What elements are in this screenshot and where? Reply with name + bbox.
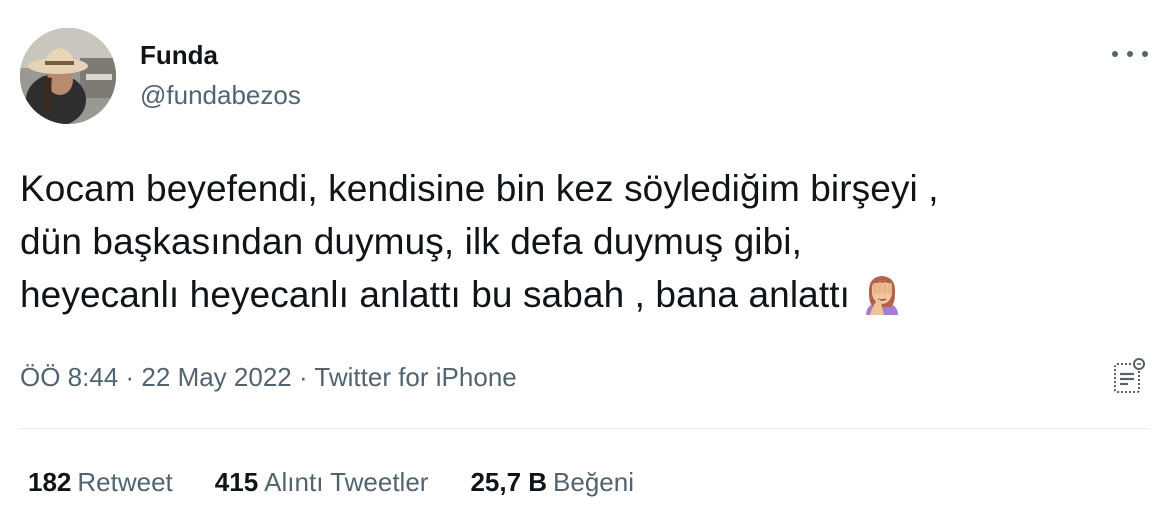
tweet-stats: 182 Retweet 415 Alıntı Tweetler 25,7 B Beğe… — [28, 466, 676, 498]
retweets-label: Retweet — [77, 467, 173, 497]
meta-separator: · — [298, 362, 308, 392]
quotes-stat[interactable]: 415 Alıntı Tweetler — [215, 466, 429, 498]
avatar[interactable] — [20, 28, 116, 124]
tweet-text-line: dün başkasından duymuş, ilk defa duymuş … — [20, 221, 802, 262]
tweet-card: Funda @fundabezos Kocam beyefendi, kendi… — [0, 0, 1176, 530]
tweet-meta: ÖÖ 8:44 · 22 May 2022 · Twitter for iPho… — [20, 361, 517, 393]
likes-stat[interactable]: 25,7 B Beğeni — [470, 466, 634, 498]
tweet-source-link[interactable]: Twitter for iPhone — [314, 362, 516, 392]
divider — [20, 428, 1148, 429]
author-handle[interactable]: @fundabezos — [140, 80, 301, 110]
tweet-analytics-button[interactable] — [1110, 357, 1146, 397]
likes-label: Beğeni — [553, 467, 635, 497]
dot-icon — [1142, 51, 1148, 57]
quotes-label: Alıntı Tweetler — [264, 467, 429, 497]
likes-count: 25,7 B — [470, 467, 548, 497]
tweet-date[interactable]: 22 May 2022 — [141, 362, 291, 392]
meta-separator: · — [125, 362, 135, 392]
dot-icon — [1127, 51, 1133, 57]
tweet-text-line-last: heyecanlı heyecanlı anlattı bu sabah , b… — [20, 268, 1160, 321]
woman-facepalming-emoji-icon — [865, 276, 898, 315]
tweet-time[interactable]: ÖÖ 8:44 — [20, 362, 118, 392]
profile-photo-icon — [20, 28, 116, 124]
tweet-text-line-content: heyecanlı heyecanlı anlattı bu sabah , b… — [20, 274, 850, 315]
analytics-icon — [1114, 358, 1145, 393]
retweets-stat[interactable]: 182 Retweet — [28, 466, 173, 498]
dot-icon — [1112, 51, 1118, 57]
author-name[interactable]: Funda — [140, 40, 218, 70]
retweets-count: 182 — [28, 467, 72, 497]
tweet-text-line: Kocam beyefendi, kendisine bin kez söyle… — [20, 168, 939, 209]
quotes-count: 415 — [214, 467, 259, 497]
tweet-text: Kocam beyefendi, kendisine bin kez söyle… — [20, 162, 1160, 321]
more-options-button[interactable] — [1112, 40, 1148, 68]
